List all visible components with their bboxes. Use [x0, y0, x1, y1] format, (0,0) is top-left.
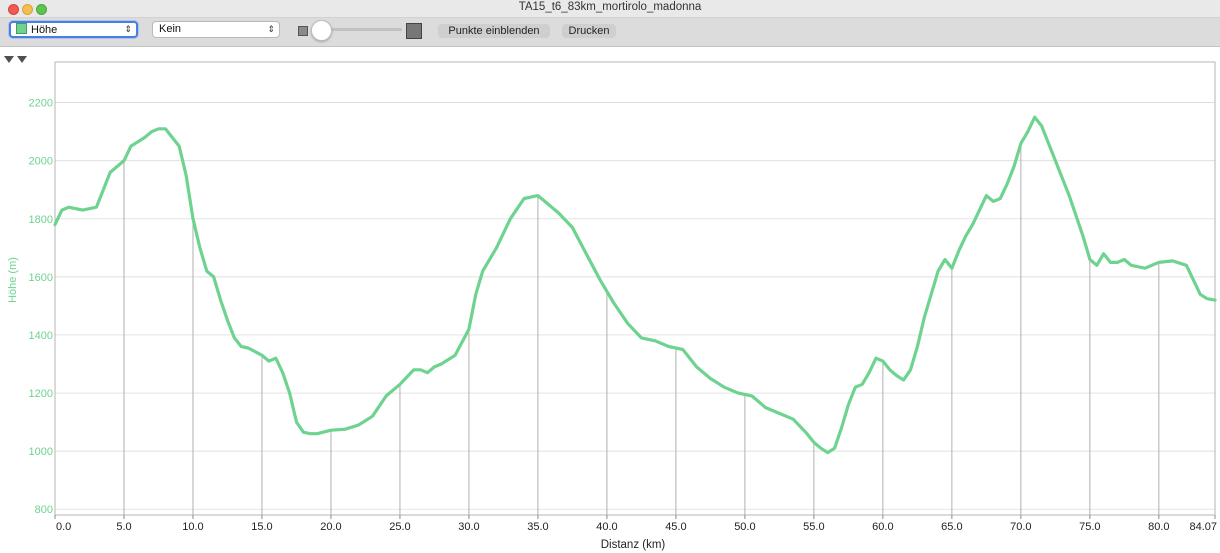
- y-tick-label: 1000: [29, 446, 53, 458]
- x-tick-label: 70.0: [1010, 521, 1031, 533]
- x-tick-labels: 0.0 5.0 10.0 15.0 20.0 25.0 30.0 35.0 40.0 45.0 50…: [54, 515, 1217, 533]
- x-tick-label: 10.0: [182, 521, 203, 533]
- x-tick-label: 65.0: [941, 521, 962, 533]
- x-tick-label: 35.0: [527, 521, 548, 533]
- x-tick-label: 60.0: [872, 521, 893, 533]
- x-tick-label: 80.0: [1148, 521, 1169, 533]
- x-tick-label: 50.0: [734, 521, 755, 533]
- elevation-line: [53, 115, 1217, 455]
- grid-lines: [55, 102, 1215, 510]
- y-tick-labels: 800 1000 1200 1400 1600 1800 2000 2200: [29, 98, 53, 517]
- x-tick-label: 20.0: [320, 521, 341, 533]
- y-tick-label: 2000: [29, 156, 53, 168]
- y-tick-label: 1200: [29, 388, 53, 400]
- x-tick-label: 84.07: [1189, 521, 1217, 533]
- y-tick-label: 800: [35, 504, 53, 516]
- y-axis-label: Höhe (m): [7, 257, 19, 303]
- y-tick-label: 1400: [29, 330, 53, 342]
- y-tick-label: 2200: [29, 98, 53, 110]
- x-tick-label: 5.0: [116, 521, 131, 533]
- plot-frame: [54, 61, 1216, 516]
- x-tick-label: 40.0: [596, 521, 617, 533]
- x-tick-label: 75.0: [1079, 521, 1100, 533]
- elevation-chart: 800 1000 1200 1400 1600 1800 2000 2200 0.0 5.0 10…: [7, 61, 1217, 551]
- x-tick-label: 55.0: [803, 521, 824, 533]
- x-gridlines: [123, 143, 1160, 515]
- y-tick-label: 1800: [29, 214, 53, 226]
- y-tick-label: 1600: [29, 272, 53, 284]
- x-tick-label: 15.0: [251, 521, 272, 533]
- x-tick-label: 25.0: [389, 521, 410, 533]
- x-tick-label: 30.0: [458, 521, 479, 533]
- x-axis-label: Distanz (km): [601, 539, 666, 551]
- x-tick-label: 45.0: [665, 521, 686, 533]
- x-tick-label: 0.0: [56, 521, 71, 533]
